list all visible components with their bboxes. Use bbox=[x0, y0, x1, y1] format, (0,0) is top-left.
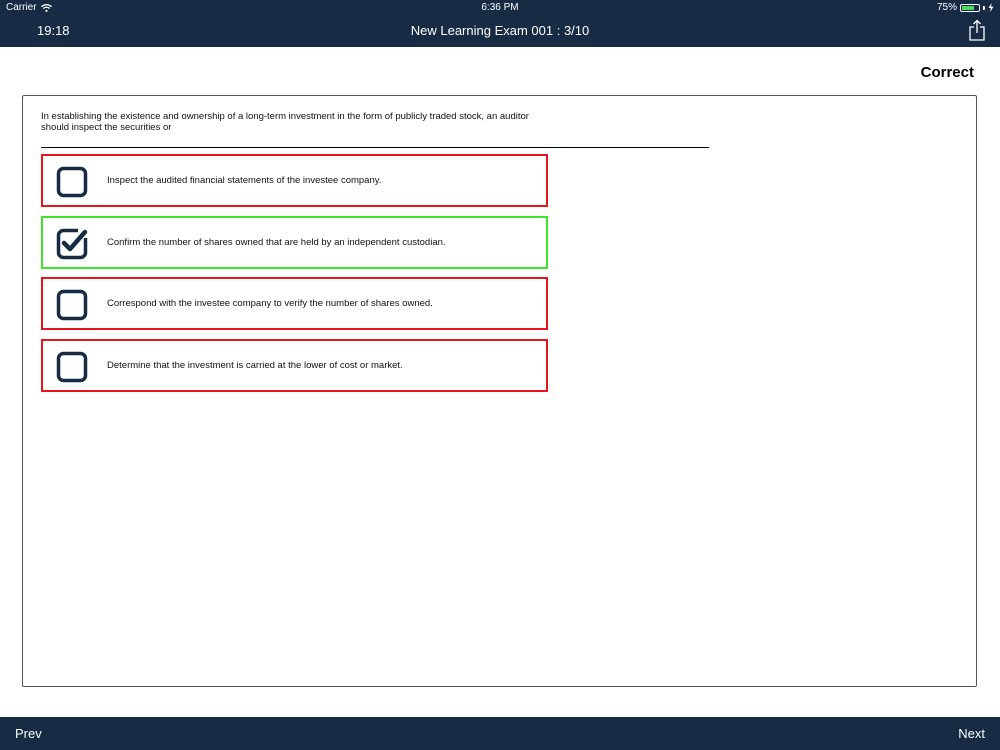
answer-option-text: Correspond with the investee company to … bbox=[107, 298, 433, 309]
share-button[interactable] bbox=[968, 19, 986, 41]
answer-option-text: Confirm the number of shares owned that … bbox=[107, 237, 446, 248]
exam-title: New Learning Exam 001 : 3/10 bbox=[410, 23, 590, 38]
prev-button[interactable]: Prev bbox=[15, 717, 42, 750]
checkbox-icon[interactable] bbox=[56, 351, 88, 383]
checkbox-checked-icon[interactable] bbox=[56, 228, 88, 260]
question-divider bbox=[41, 147, 709, 148]
answer-option-text: Inspect the audited financial statements… bbox=[107, 175, 382, 186]
status-clock: 6:36 PM bbox=[481, 2, 519, 13]
next-button[interactable]: Next bbox=[958, 717, 985, 750]
result-label: Correct bbox=[920, 64, 974, 81]
question-panel: In establishing the existence and owners… bbox=[22, 95, 977, 687]
charging-icon bbox=[988, 3, 994, 12]
question-text: In establishing the existence and owners… bbox=[41, 111, 537, 133]
checkmark-icon bbox=[61, 229, 88, 252]
battery-tip bbox=[983, 5, 985, 10]
battery-icon bbox=[960, 3, 980, 12]
checkbox-icon[interactable] bbox=[56, 289, 88, 321]
bottom-bar: Prev Next bbox=[0, 717, 1000, 750]
checkbox-icon[interactable] bbox=[56, 166, 88, 198]
answer-option[interactable]: Confirm the number of shares owned that … bbox=[41, 216, 548, 269]
top-bar: Carrier 6:36 PM 75% 19:18 New Learning E… bbox=[0, 0, 1000, 47]
battery-fill bbox=[962, 5, 974, 10]
answer-option[interactable]: Determine that the investment is carried… bbox=[41, 339, 548, 392]
answer-option[interactable]: Inspect the audited financial statements… bbox=[41, 154, 548, 207]
share-icon bbox=[969, 19, 985, 41]
status-battery: 75% bbox=[937, 2, 994, 13]
answer-option-text: Determine that the investment is carried… bbox=[107, 360, 403, 371]
battery-percent: 75% bbox=[936, 2, 957, 13]
answer-option[interactable]: Correspond with the investee company to … bbox=[41, 277, 548, 330]
